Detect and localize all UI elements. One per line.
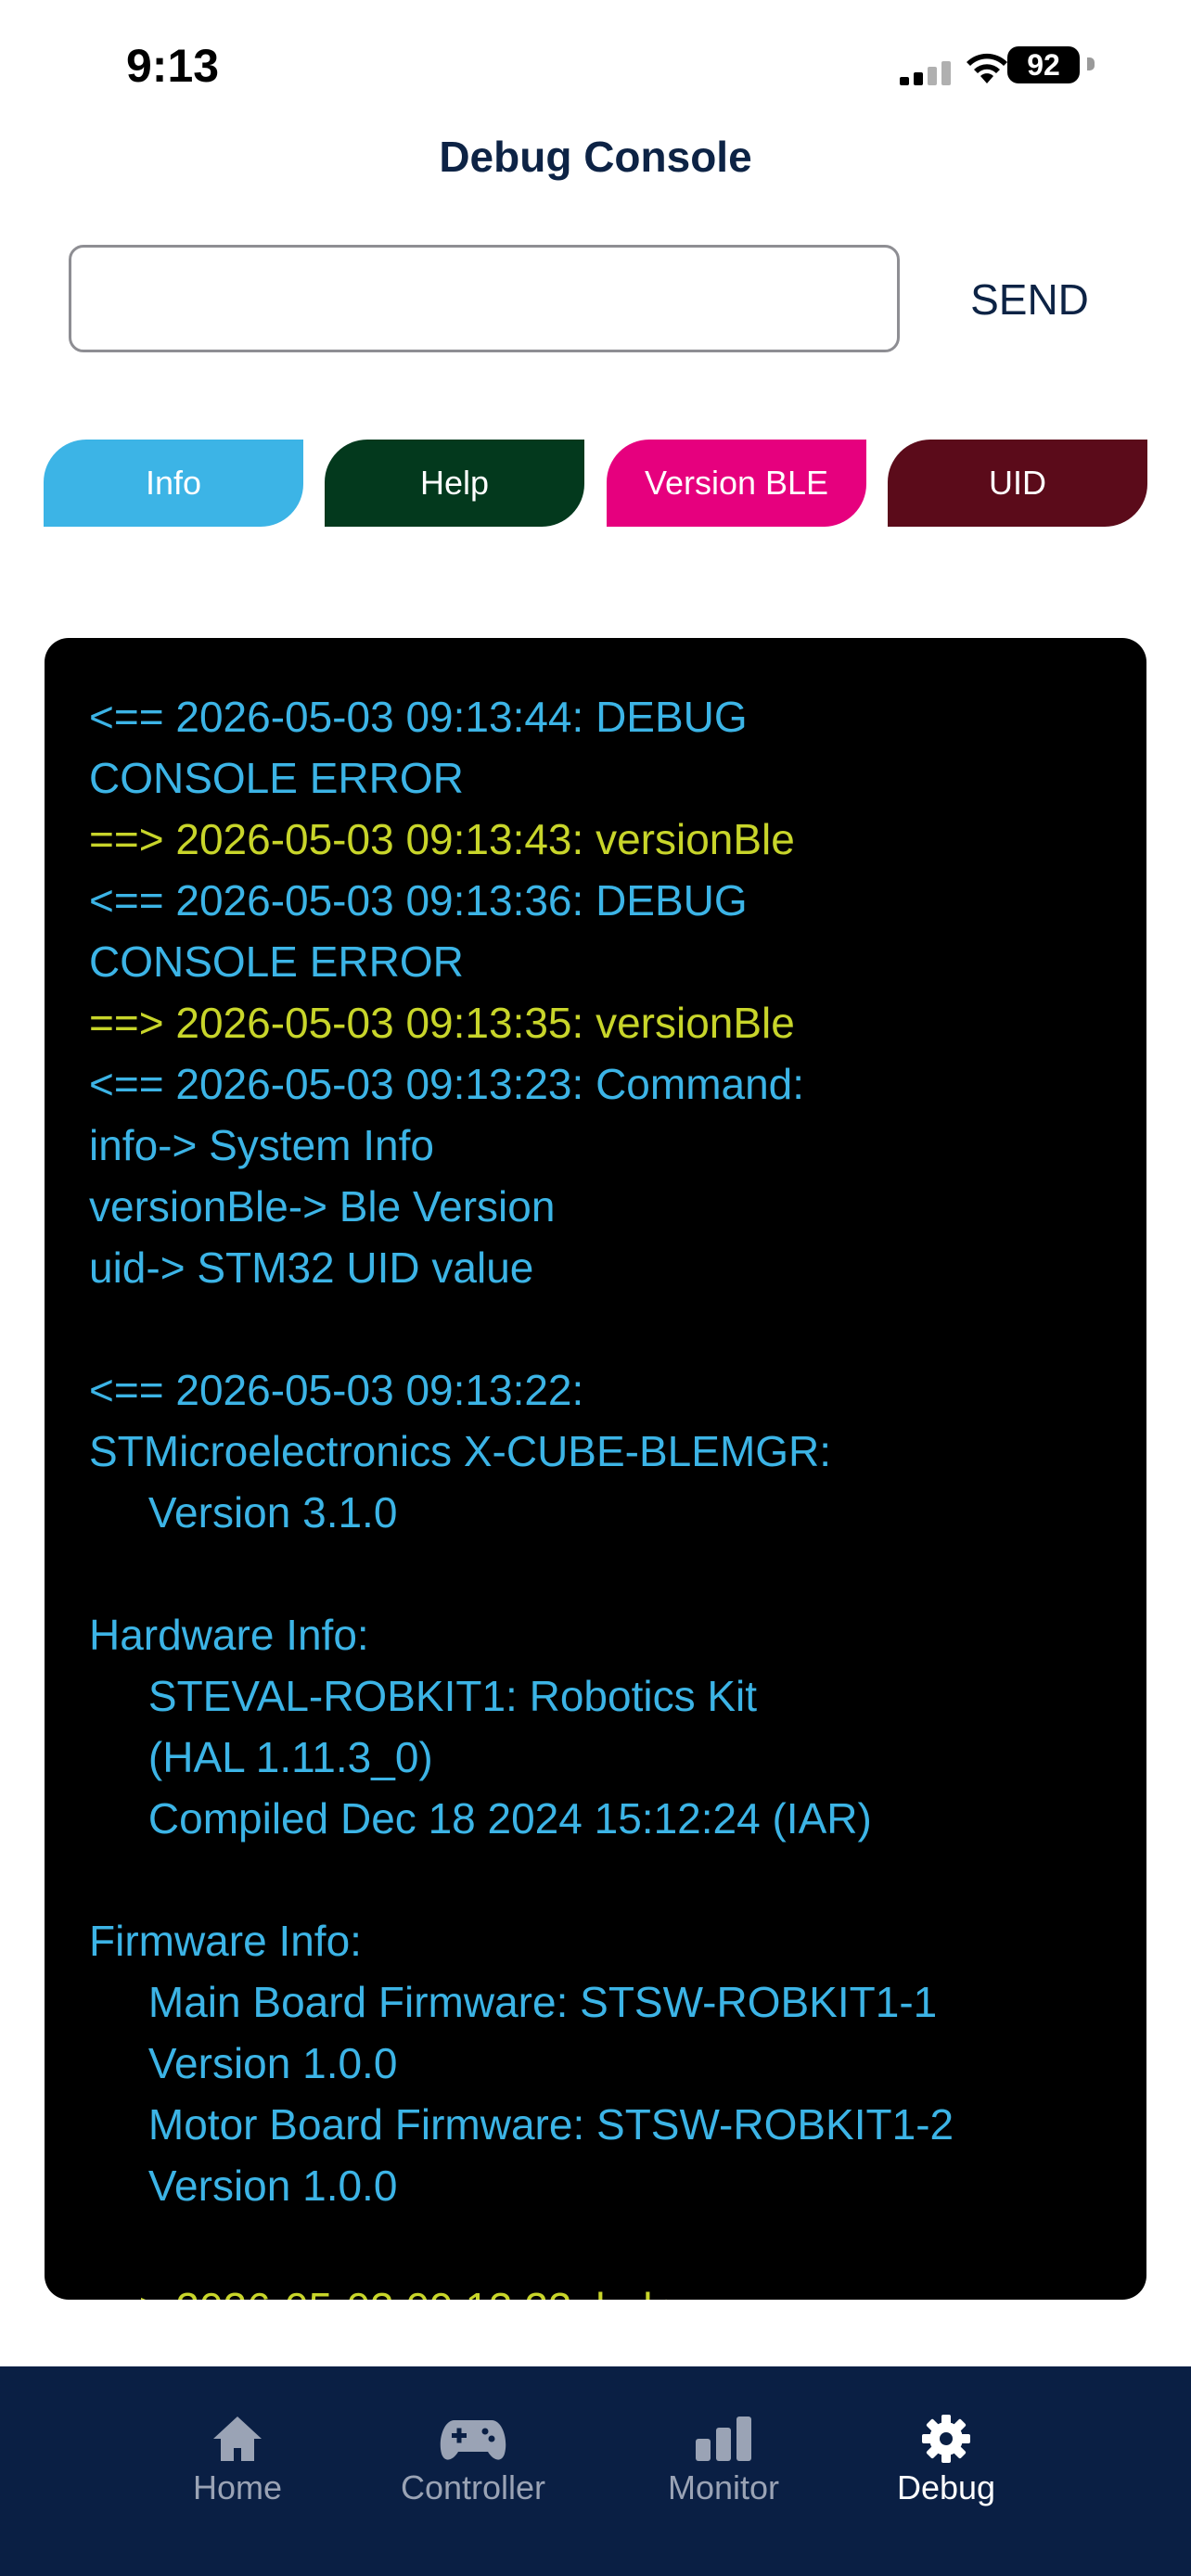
status-icons: 92 <box>900 45 1113 91</box>
home-icon <box>213 2417 262 2461</box>
gear-icon <box>922 2415 970 2463</box>
console-line: Main Board Firmware: STSW-ROBKIT1-1 <box>89 1978 938 2026</box>
tab-home[interactable]: Home <box>145 2413 330 2507</box>
console-line: Compiled Dec 18 2024 15:12:24 (IAR) <box>89 1794 872 1843</box>
tab-debug[interactable]: Debug <box>853 2413 1039 2507</box>
console-line: ==> 2026-05-03 09:13:43: versionBle <box>89 815 795 863</box>
console-line: ==> 2026-05-03 09:13:35: versionBle <box>89 999 795 1047</box>
bar-chart-icon <box>696 2417 751 2461</box>
uid-command-button[interactable]: UID <box>888 440 1147 527</box>
help-command-button[interactable]: Help <box>325 440 584 527</box>
console-line: Version 3.1.0 <box>89 1488 398 1537</box>
page-title: Debug Console <box>439 133 752 181</box>
status-time: 9:13 <box>126 40 220 92</box>
send-button[interactable]: SEND <box>937 258 1122 341</box>
console-line: CONSOLE ERROR <box>89 754 464 802</box>
battery-cap <box>1087 57 1095 70</box>
console-line: Firmware Info: <box>89 1917 362 1965</box>
console-line: versionBle-> Ble Version <box>89 1182 556 1231</box>
console-line: <== 2026-05-03 09:13:22: <box>89 1366 584 1414</box>
tab-monitor-label: Monitor <box>667 2468 780 2506</box>
signal-icon <box>900 61 951 85</box>
console-line: (HAL 1.11.3_0) <box>89 1733 433 1781</box>
console-line: Version 1.0.0 <box>89 2162 398 2210</box>
console-log[interactable]: <== 2026-05-03 09:13:44: DEBUG CONSOLE ER… <box>45 638 1146 2300</box>
console-line: CONSOLE ERROR <box>89 937 464 986</box>
gamepad-icon <box>440 2420 506 2460</box>
console-line: Hardware Info: <box>89 1611 369 1659</box>
tab-controller[interactable]: Controller <box>380 2413 566 2507</box>
tab-bar: Home Controller Monitor Debug <box>0 2366 1191 2576</box>
battery-indicator: 92 <box>1007 46 1080 83</box>
console-line: ==> 2026-05-03 09:13:22: help <box>89 2277 1109 2300</box>
version-ble-command-button[interactable]: Version BLE <box>607 440 866 527</box>
console-line: uid-> STM32 UID value <box>89 1243 534 1292</box>
tab-debug-label: Debug <box>896 2468 996 2506</box>
wifi-icon <box>967 53 1007 83</box>
info-command-button[interactable]: Info <box>44 440 303 527</box>
console-line: <== 2026-05-03 09:13:36: DEBUG <box>89 876 748 925</box>
console-line: <== 2026-05-03 09:13:23: Command: <box>89 1060 805 1108</box>
command-input[interactable] <box>69 245 900 352</box>
console-lines: <== 2026-05-03 09:13:44: DEBUG CONSOLE ER… <box>89 686 1109 2300</box>
console-line: <== 2026-05-03 09:13:44: DEBUG <box>89 693 748 741</box>
console-line: Motor Board Firmware: STSW-ROBKIT1-2 <box>89 2100 954 2149</box>
console-line: STEVAL-ROBKIT1: Robotics Kit <box>89 1672 758 1720</box>
console-line: STMicroelectronics X-CUBE-BLEMGR: <box>89 1427 832 1475</box>
tab-controller-label: Controller <box>400 2468 546 2506</box>
tab-monitor[interactable]: Monitor <box>631 2413 816 2507</box>
tab-home-label: Home <box>192 2468 283 2506</box>
console-line: Version 1.0.0 <box>89 2039 398 2087</box>
console-line: info-> System Info <box>89 1121 434 1169</box>
